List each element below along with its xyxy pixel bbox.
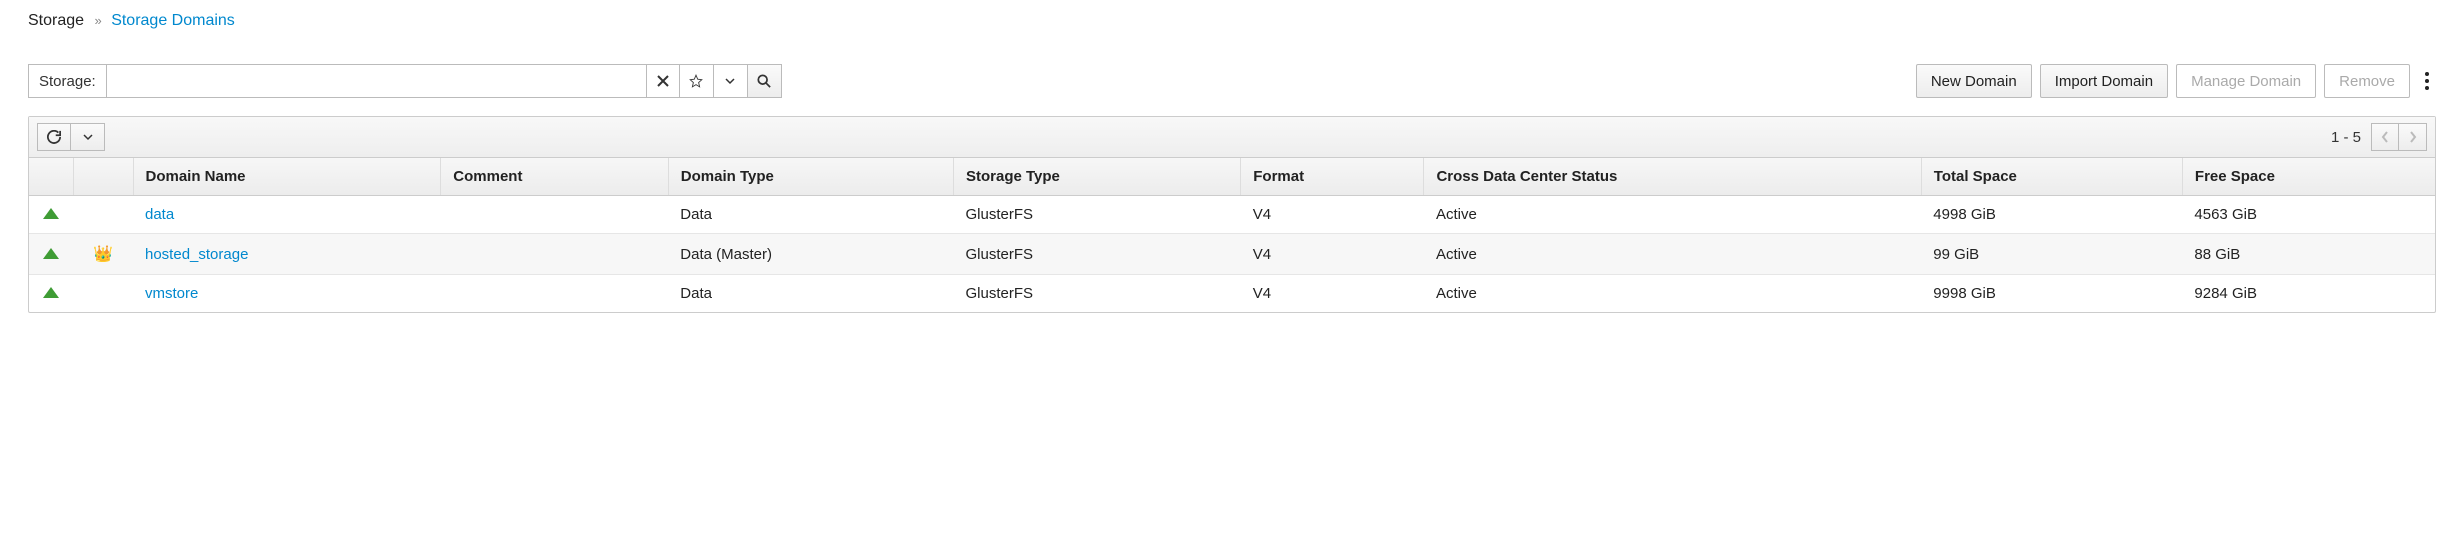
- cell-free-space: 88 GiB: [2182, 234, 2435, 275]
- cell-free-space: 9284 GiB: [2182, 275, 2435, 313]
- table-row[interactable]: data DataGlusterFSV4Active4998 GiB4563 Gi…: [29, 196, 2435, 234]
- cell-storage-type: GlusterFS: [953, 275, 1240, 313]
- cell-cross-dc-status: Active: [1424, 275, 1921, 313]
- chevron-right-icon: »: [95, 13, 101, 28]
- col-free-space[interactable]: Free Space: [2182, 158, 2435, 196]
- domain-name-link[interactable]: data: [145, 206, 174, 223]
- cell-cross-dc-status: Active: [1424, 234, 1921, 275]
- col-domain-name[interactable]: Domain Name: [133, 158, 441, 196]
- pager-prev-button[interactable]: [2371, 123, 2399, 151]
- chevron-right-icon: [2409, 131, 2417, 143]
- cell-comment: [441, 196, 668, 234]
- pager-next-button[interactable]: [2399, 123, 2427, 151]
- search-group: Storage:: [28, 64, 782, 98]
- star-icon: [689, 74, 703, 88]
- table-row[interactable]: vmstore DataGlusterFSV4Active9998 GiB9284…: [29, 275, 2435, 313]
- status-up-icon: [43, 248, 59, 259]
- breadcrumb: Storage » Storage Domains: [28, 12, 2436, 30]
- col-cross-dc-status[interactable]: Cross Data Center Status: [1424, 158, 1921, 196]
- manage-domain-button[interactable]: Manage Domain: [2176, 64, 2316, 98]
- cell-total-space: 9998 GiB: [1921, 275, 2182, 313]
- cell-domain-name: hosted_storage: [133, 234, 441, 275]
- crown-icon: 👑: [93, 246, 113, 263]
- status-up-icon: [43, 208, 59, 219]
- kebab-dot-icon: [2425, 72, 2429, 76]
- clear-button[interactable]: [646, 64, 680, 98]
- col-icon[interactable]: [73, 158, 133, 196]
- import-domain-button[interactable]: Import Domain: [2040, 64, 2168, 98]
- kebab-dot-icon: [2425, 86, 2429, 90]
- bookmark-button[interactable]: [680, 64, 714, 98]
- col-status[interactable]: [29, 158, 73, 196]
- search-history-button[interactable]: [714, 64, 748, 98]
- search-label: Storage:: [28, 64, 106, 98]
- pager-range: 1 - 5: [2331, 129, 2361, 146]
- domain-name-link[interactable]: vmstore: [145, 285, 198, 302]
- kebab-menu-button[interactable]: [2418, 72, 2436, 90]
- breadcrumb-root[interactable]: Storage: [28, 12, 84, 29]
- cell-storage-type: GlusterFS: [953, 234, 1240, 275]
- cell-domain-name: data: [133, 196, 441, 234]
- table-toolbar: 1 - 5: [29, 117, 2435, 158]
- cell-cross-dc-status: Active: [1424, 196, 1921, 234]
- table-row[interactable]: 👑 hosted_storage Data (Master)GlusterFSV4A…: [29, 234, 2435, 275]
- refresh-interval-button[interactable]: [71, 123, 105, 151]
- table-header-row: Domain Name Comment Domain Type Storage …: [29, 158, 2435, 196]
- col-storage-type[interactable]: Storage Type: [953, 158, 1240, 196]
- cell-status: [29, 275, 73, 313]
- cell-domain-type: Data (Master): [668, 234, 953, 275]
- domain-name-link[interactable]: hosted_storage: [145, 246, 248, 263]
- cell-comment: [441, 275, 668, 313]
- cell-role-icon: 👑: [73, 234, 133, 275]
- col-domain-type[interactable]: Domain Type: [668, 158, 953, 196]
- chevron-left-icon: [2381, 131, 2389, 143]
- chevron-down-icon: [725, 76, 735, 86]
- x-icon: [657, 75, 669, 87]
- cell-domain-type: Data: [668, 275, 953, 313]
- search-icon: [757, 74, 771, 88]
- col-comment[interactable]: Comment: [441, 158, 668, 196]
- breadcrumb-current[interactable]: Storage Domains: [111, 12, 235, 29]
- search-input[interactable]: [106, 64, 646, 98]
- refresh-button[interactable]: [37, 123, 71, 151]
- status-up-icon: [43, 287, 59, 298]
- toolbar: Storage: New Domain Import Domain Manage…: [28, 64, 2436, 98]
- pager-nav: [2371, 123, 2427, 151]
- new-domain-button[interactable]: New Domain: [1916, 64, 2032, 98]
- storage-domains-table: Domain Name Comment Domain Type Storage …: [29, 158, 2435, 312]
- cell-total-space: 4998 GiB: [1921, 196, 2182, 234]
- cell-total-space: 99 GiB: [1921, 234, 2182, 275]
- table-panel: 1 - 5 Domain Name Comm: [28, 116, 2436, 313]
- cell-role-icon: [73, 275, 133, 313]
- col-total-space[interactable]: Total Space: [1921, 158, 2182, 196]
- cell-format: V4: [1241, 196, 1424, 234]
- action-buttons: New Domain Import Domain Manage Domain R…: [1916, 64, 2436, 98]
- col-format[interactable]: Format: [1241, 158, 1424, 196]
- cell-format: V4: [1241, 234, 1424, 275]
- search-button[interactable]: [748, 64, 782, 98]
- remove-button[interactable]: Remove: [2324, 64, 2410, 98]
- cell-domain-type: Data: [668, 196, 953, 234]
- pager: 1 - 5: [2331, 123, 2427, 151]
- cell-comment: [441, 234, 668, 275]
- cell-role-icon: [73, 196, 133, 234]
- kebab-dot-icon: [2425, 79, 2429, 83]
- cell-free-space: 4563 GiB: [2182, 196, 2435, 234]
- cell-storage-type: GlusterFS: [953, 196, 1240, 234]
- chevron-down-icon: [83, 132, 93, 142]
- refresh-icon: [47, 130, 61, 144]
- cell-status: [29, 234, 73, 275]
- cell-format: V4: [1241, 275, 1424, 313]
- refresh-group: [37, 123, 105, 151]
- cell-status: [29, 196, 73, 234]
- cell-domain-name: vmstore: [133, 275, 441, 313]
